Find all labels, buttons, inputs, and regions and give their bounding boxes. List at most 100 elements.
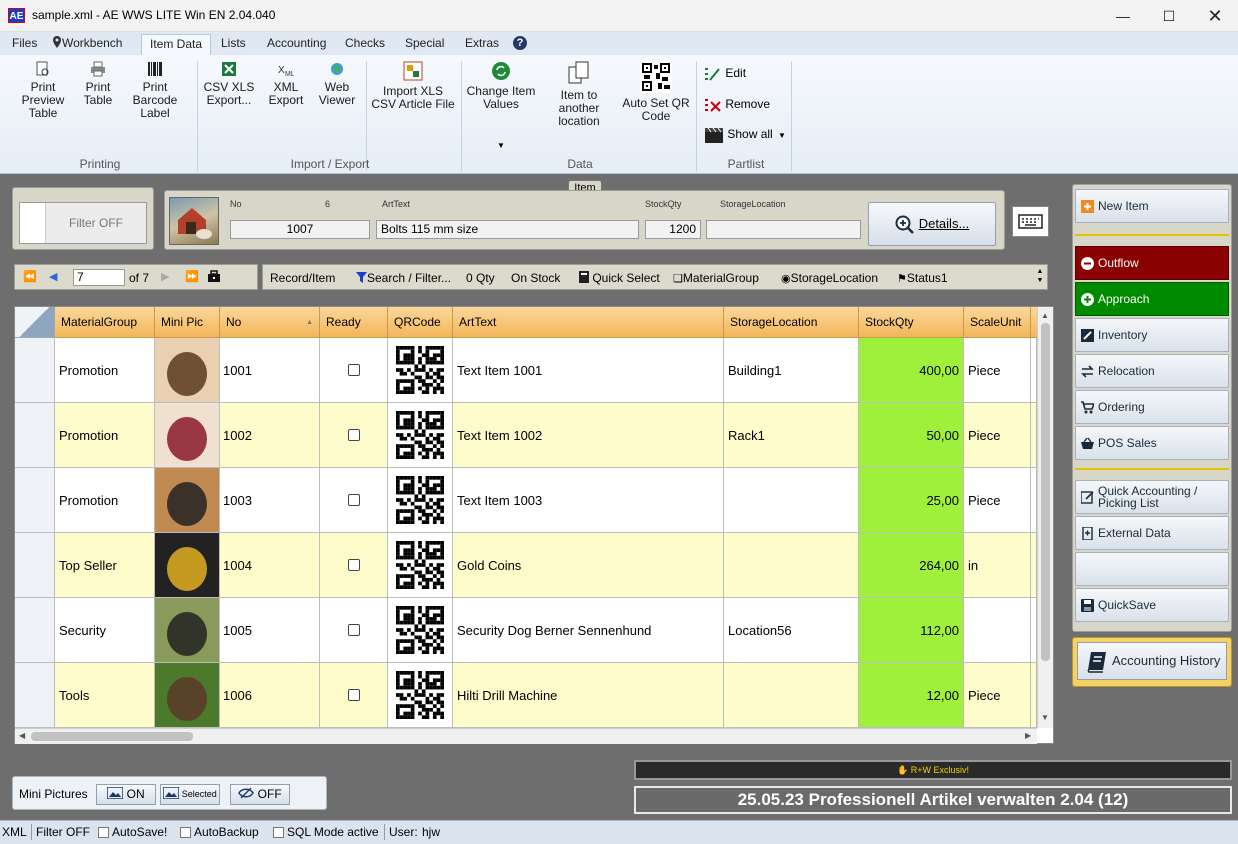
zero-qty-button[interactable]: 0 Qty [466, 271, 495, 285]
row-selector[interactable] [15, 598, 55, 663]
menu-tab-extras[interactable]: Extras [457, 34, 507, 55]
cell-storagelocation[interactable] [724, 663, 859, 728]
csv-export-button[interactable]: CSV XLS Export... [203, 61, 255, 107]
cell-scaleunit[interactable] [964, 598, 1031, 663]
promo-banner[interactable]: ✋ R+W Exclusiv! [634, 760, 1232, 780]
cell-qrcode[interactable] [388, 468, 453, 533]
arttext-field[interactable]: Bolts 115 mm size [376, 220, 639, 239]
vertical-scroll-thumb[interactable] [1041, 323, 1050, 661]
new-item-button[interactable]: New Item [1075, 189, 1229, 223]
cell-storagelocation[interactable]: Building1 [724, 338, 859, 403]
cell-arttext[interactable]: Gold Coins [453, 533, 724, 598]
menu-tab-item-data[interactable]: Item Data [141, 34, 212, 55]
stockqty-field[interactable]: 1200 [645, 220, 701, 239]
partlist-remove-button[interactable]: Remove [704, 96, 770, 114]
cell-no[interactable]: 1003 [220, 468, 320, 533]
ready-checkbox[interactable] [347, 624, 360, 636]
cell-materialgroup[interactable]: Promotion [55, 468, 155, 533]
cell-scaleunit[interactable]: Piece [964, 468, 1031, 533]
material-group-button[interactable]: ❏MaterialGroup [673, 271, 759, 285]
record-number-input[interactable]: 7 [73, 269, 125, 286]
cell-ready[interactable] [320, 338, 388, 403]
xml-export-button[interactable]: X ML XML Export [266, 61, 306, 107]
storage-location-button[interactable]: ◉StorageLocation [781, 271, 878, 285]
cell-no[interactable]: 1006 [220, 663, 320, 728]
scroll-right-icon[interactable]: ▶ [1025, 731, 1031, 740]
print-table-button[interactable]: Print Table [80, 61, 116, 107]
menu-tab-lists[interactable]: Lists [213, 34, 254, 55]
cell-storagelocation[interactable]: Rack1 [724, 403, 859, 468]
ready-checkbox[interactable] [347, 494, 360, 506]
cell-scaleunit[interactable]: in [964, 533, 1031, 598]
cell-mini-pic[interactable] [155, 533, 220, 598]
first-record-button[interactable]: ⏪ [23, 270, 37, 283]
briefcase-button[interactable] [207, 270, 221, 286]
cell-no[interactable]: 1004 [220, 533, 320, 598]
search-filter-button[interactable]: Search / Filter... [356, 271, 451, 285]
cell-stockqty[interactable]: 50,00 [859, 403, 964, 468]
header-storagelocation[interactable]: StorageLocation [724, 307, 859, 338]
row-selector[interactable] [15, 533, 55, 598]
cell-scaleunit[interactable]: Piece [964, 663, 1031, 728]
web-viewer-button[interactable]: Web Viewer [315, 61, 359, 107]
quick-select-button[interactable]: Quick Select [579, 271, 660, 285]
mini-pictures-off-button[interactable]: OFF [230, 784, 290, 805]
print-preview-button[interactable]: Print Preview Table [8, 61, 78, 120]
print-barcode-button[interactable]: Print Barcode Label [120, 61, 190, 120]
cell-ready[interactable] [320, 663, 388, 728]
cell-stockqty[interactable]: 25,00 [859, 468, 964, 533]
accounting-history-button[interactable]: Accounting History [1077, 642, 1227, 680]
cell-qrcode[interactable] [388, 533, 453, 598]
sql-mode-checkbox[interactable] [273, 827, 284, 839]
header-stockqty[interactable]: StockQty [859, 307, 964, 338]
cell-scaleunit[interactable]: Piece [964, 338, 1031, 403]
cell-materialgroup[interactable]: Top Seller [55, 533, 155, 598]
partlist-edit-button[interactable]: Edit [704, 65, 746, 83]
cell-materialgroup[interactable]: Promotion [55, 338, 155, 403]
row-selector[interactable] [15, 338, 55, 403]
cell-qrcode[interactable] [388, 598, 453, 663]
cell-ready[interactable] [320, 403, 388, 468]
ordering-button[interactable]: Ordering [1075, 390, 1229, 424]
select-all-header[interactable] [15, 307, 55, 338]
menu-tab-files[interactable]: Files [4, 34, 45, 55]
menu-tab-accounting[interactable]: Accounting [259, 34, 334, 55]
mini-pictures-selected-button[interactable]: Selected [160, 784, 220, 805]
header-scaleunit[interactable]: ScaleUnit [964, 307, 1031, 338]
status-button[interactable]: ⚑Status1 [897, 271, 948, 285]
last-record-button[interactable]: ⏩ [185, 270, 199, 283]
ready-checkbox[interactable] [347, 689, 360, 701]
autosave-checkbox[interactable] [98, 827, 109, 839]
row-selector[interactable] [15, 468, 55, 533]
approach-button[interactable]: Approach [1075, 282, 1229, 316]
vertical-scrollbar[interactable]: ▲ ▼ [1037, 307, 1053, 728]
cell-qrcode[interactable] [388, 338, 453, 403]
help-icon[interactable]: ? [513, 36, 527, 50]
menu-tab-workbench[interactable]: Workbench [44, 34, 130, 55]
cell-mini-pic[interactable] [155, 338, 220, 403]
item-to-location-button[interactable]: Item to another location [540, 61, 618, 128]
cell-stockqty[interactable]: 400,00 [859, 338, 964, 403]
filter-toggle[interactable]: Filter OFF [19, 202, 147, 244]
cell-ready[interactable] [320, 598, 388, 663]
inventory-button[interactable]: Inventory [1075, 318, 1229, 352]
cell-storagelocation[interactable] [724, 533, 859, 598]
menu-tab-checks[interactable]: Checks [337, 34, 393, 55]
autobackup-toggle[interactable]: AutoBackup [180, 825, 259, 839]
ready-checkbox[interactable] [347, 559, 360, 571]
next-record-button[interactable]: ▶ [161, 270, 169, 283]
cell-mini-pic[interactable] [155, 403, 220, 468]
record-item-button[interactable]: Record/Item [270, 271, 335, 285]
auto-set-qr-button[interactable]: Auto Set QR Code [622, 61, 690, 123]
header-mini-pic[interactable]: Mini Pic [155, 307, 220, 338]
header-qrcode[interactable]: QRCode [388, 307, 453, 338]
autosave-toggle[interactable]: AutoSave! [98, 825, 167, 839]
keyboard-button[interactable] [1012, 206, 1049, 237]
row-selector[interactable] [15, 403, 55, 468]
maximize-button[interactable]: ☐ [1146, 0, 1192, 32]
quick-accounting-button[interactable]: Quick Accounting / Picking List [1075, 480, 1229, 514]
cell-arttext[interactable]: Text Item 1001 [453, 338, 724, 403]
cell-scaleunit[interactable]: Piece [964, 403, 1031, 468]
cell-no[interactable]: 1002 [220, 403, 320, 468]
autobackup-checkbox[interactable] [180, 827, 191, 839]
